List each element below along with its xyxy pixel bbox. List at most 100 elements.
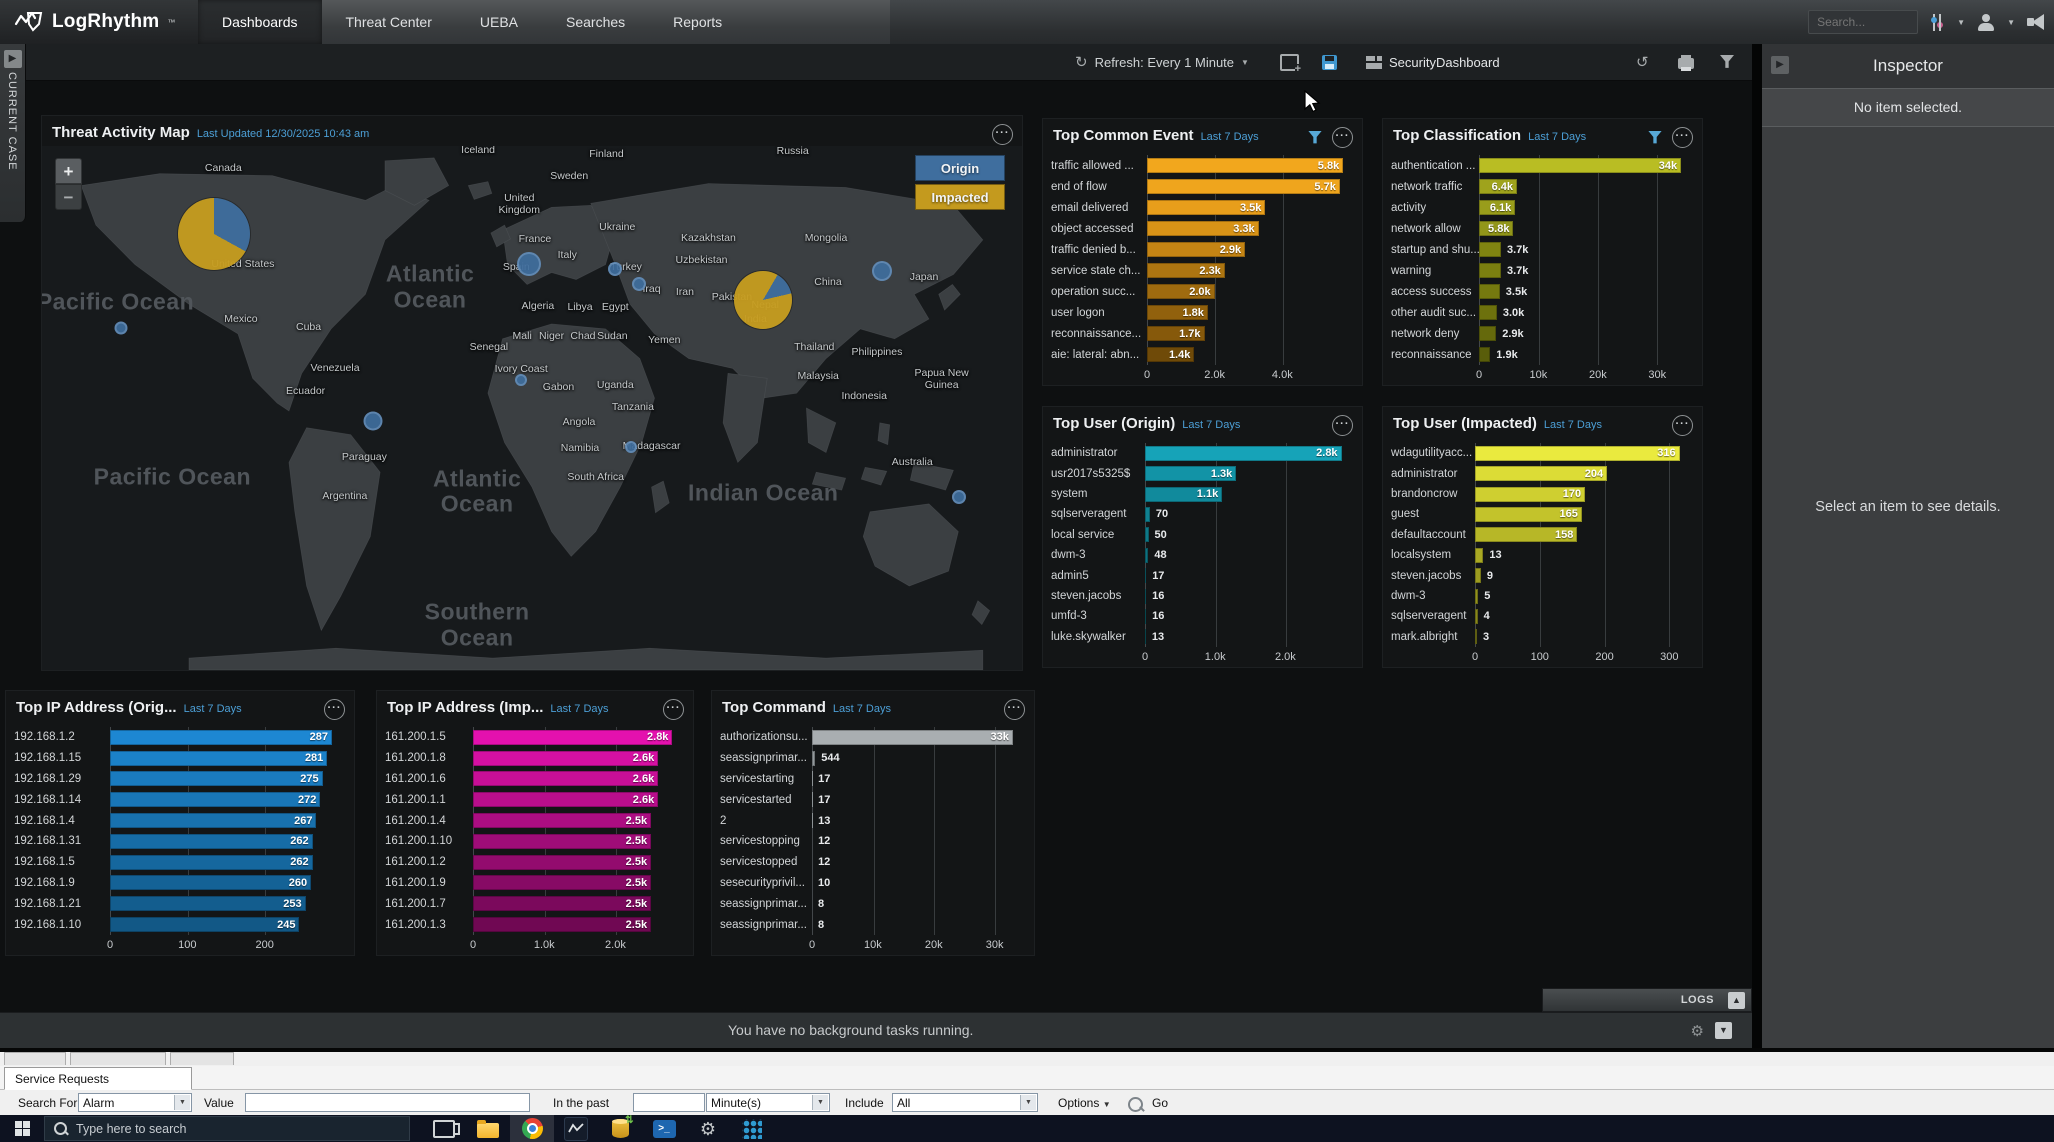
threat-dot-marker[interactable] (632, 277, 646, 291)
threat-dot-marker[interactable] (515, 374, 527, 386)
bar[interactable]: 2.8k (1145, 446, 1342, 461)
bar[interactable]: 287 (110, 730, 332, 745)
chart-filter-icon[interactable] (1648, 131, 1662, 145)
bar[interactable]: 2.5k (473, 875, 651, 890)
bar[interactable]: 2.6k (473, 751, 658, 766)
threat-pie-marker[interactable] (734, 271, 792, 329)
bar[interactable] (1479, 347, 1490, 362)
app-grid-icon[interactable] (730, 1115, 774, 1142)
announcements-icon[interactable] (2027, 14, 2046, 30)
map-zoom-in-button[interactable]: + (55, 158, 82, 184)
bar[interactable] (1145, 527, 1149, 542)
bar[interactable] (1479, 305, 1497, 320)
bar[interactable]: 165 (1475, 507, 1582, 522)
inspector-collapse-icon[interactable]: ▶ (1771, 56, 1789, 74)
logs-expand-icon[interactable]: ▲ (1728, 992, 1745, 1009)
bar[interactable] (1479, 326, 1496, 341)
bar[interactable]: 33k (812, 730, 1013, 745)
threat-dot-marker[interactable] (608, 262, 622, 276)
preferences-sliders-icon[interactable] (1930, 14, 1945, 31)
bar[interactable]: 245 (110, 917, 299, 932)
nav-tab-threat-center[interactable]: Threat Center (322, 0, 456, 44)
save-dashboard-button[interactable] (1322, 44, 1337, 80)
bar[interactable]: 275 (110, 771, 323, 786)
tasks-settings-gear-icon[interactable]: ⚙ (1691, 1022, 1704, 1040)
user-account-icon[interactable] (1977, 14, 1995, 31)
options-button[interactable]: Options ▼ (1058, 1096, 1111, 1110)
logs-tab[interactable]: LOGS ▲ (1542, 988, 1752, 1012)
chart-menu-icon[interactable]: ··· (1332, 127, 1353, 148)
bar[interactable] (1479, 284, 1500, 299)
global-search-input[interactable] (1808, 10, 1918, 34)
threat-dot-marker[interactable] (115, 322, 128, 335)
current-case-tab[interactable]: ▶ CURRENT CASE (0, 44, 26, 222)
bar[interactable]: 3.3k (1147, 221, 1259, 236)
bar[interactable]: 2.5k (473, 917, 651, 932)
dashboard-selector[interactable]: SecurityDashboard (1366, 44, 1500, 80)
threat-dot-marker[interactable] (517, 252, 541, 276)
legend-origin[interactable]: Origin (915, 155, 1005, 181)
map-menu-icon[interactable]: ··· (992, 124, 1013, 145)
logo[interactable]: LogRhythm™ (0, 0, 198, 44)
bar[interactable]: 170 (1475, 487, 1585, 502)
go-button[interactable]: Go (1152, 1096, 1168, 1110)
past-amount-input[interactable] (633, 1093, 705, 1112)
bar[interactable] (1475, 589, 1478, 604)
bar[interactable] (1145, 568, 1146, 583)
add-widget-button[interactable] (1280, 44, 1299, 80)
print-button[interactable] (1678, 44, 1694, 80)
bar[interactable]: 5.7k (1147, 179, 1340, 194)
nav-tab-ueba[interactable]: UEBA (456, 0, 542, 44)
world-map[interactable]: Pacific OceanAtlantic OceanPacific Ocean… (42, 146, 1022, 670)
bar[interactable]: 1.1k (1145, 487, 1222, 502)
bar[interactable]: 1.4k (1147, 347, 1194, 362)
past-unit-select[interactable]: Minute(s)▼ (706, 1093, 830, 1112)
chart-menu-icon[interactable]: ··· (663, 699, 684, 720)
start-button[interactable] (0, 1115, 44, 1142)
bar[interactable]: 158 (1475, 527, 1577, 542)
bar[interactable]: 6.4k (1479, 179, 1517, 194)
bar[interactable]: 204 (1475, 466, 1607, 481)
bar[interactable]: 281 (110, 751, 327, 766)
background-tab-stub[interactable] (170, 1052, 234, 1065)
console-search-icon[interactable] (1128, 1097, 1143, 1112)
taskbar-search[interactable]: Type here to search (44, 1116, 410, 1141)
bar[interactable]: 2.0k (1147, 284, 1215, 299)
tab-service-requests[interactable]: Service Requests (4, 1067, 192, 1090)
bar[interactable]: 2.5k (473, 813, 651, 828)
bar[interactable]: 2.6k (473, 792, 658, 807)
nav-tab-searches[interactable]: Searches (542, 0, 649, 44)
file-explorer-icon[interactable] (466, 1115, 510, 1142)
nav-tab-reports[interactable]: Reports (649, 0, 746, 44)
chart-menu-icon[interactable]: ··· (1672, 127, 1693, 148)
chart-menu-icon[interactable]: ··· (324, 699, 345, 720)
bar[interactable]: 2.3k (1147, 263, 1225, 278)
bar[interactable]: 2.5k (473, 855, 651, 870)
bar[interactable] (1145, 507, 1150, 522)
settings-gear-icon[interactable]: ⚙ (686, 1115, 730, 1142)
sql-server-icon[interactable] (598, 1115, 642, 1142)
task-view-icon[interactable] (422, 1115, 466, 1142)
bar[interactable] (812, 751, 815, 766)
user-caret-icon[interactable]: ▼ (2007, 18, 2015, 27)
bar[interactable]: 2.8k (473, 730, 672, 745)
bar[interactable]: 6.1k (1479, 200, 1515, 215)
bar[interactable]: 2.5k (473, 896, 651, 911)
preferences-caret-icon[interactable]: ▼ (1957, 18, 1965, 27)
threat-dot-marker[interactable] (364, 411, 383, 430)
bar[interactable] (1475, 548, 1483, 563)
chrome-icon[interactable] (510, 1115, 554, 1142)
nav-tab-dashboards[interactable]: Dashboards (198, 0, 322, 44)
value-input[interactable] (245, 1093, 530, 1112)
bar[interactable]: 2.9k (1147, 242, 1245, 257)
bar[interactable]: 5.8k (1479, 221, 1513, 236)
refresh-control[interactable]: ↻ Refresh: Every 1 Minute ▼ (1075, 44, 1249, 80)
search-for-select[interactable]: Alarm▼ (78, 1093, 192, 1112)
chart-menu-icon[interactable]: ··· (1672, 415, 1693, 436)
bar[interactable] (1475, 568, 1481, 583)
bar[interactable] (1475, 629, 1477, 644)
bar[interactable]: 34k (1479, 158, 1681, 173)
chart-filter-icon[interactable] (1308, 131, 1322, 145)
chart-menu-icon[interactable]: ··· (1332, 415, 1353, 436)
bar[interactable] (1479, 242, 1501, 257)
